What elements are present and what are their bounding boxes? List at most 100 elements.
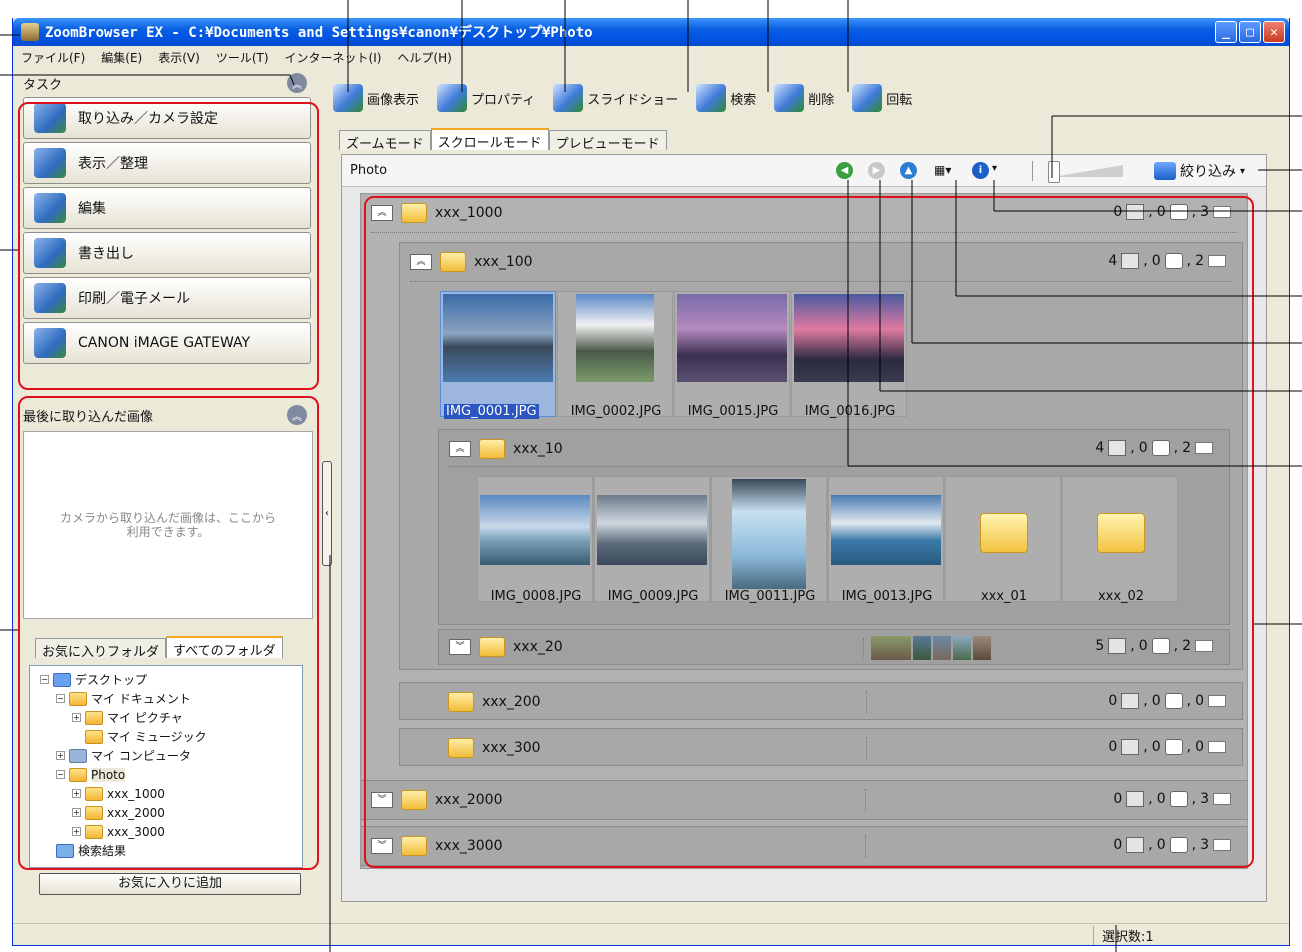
group-header-xxx-10[interactable]: ︽ xxx_10 4,0,2: [439, 430, 1229, 468]
expand-icon[interactable]: ︾: [371, 838, 393, 854]
group-xxx-20: ︾ xxx_20 5,0,2: [438, 629, 1230, 665]
thumbnail-img-0016[interactable]: IMG_0016.JPG: [791, 291, 907, 419]
group-header-xxx-1000[interactable]: ︽ xxx_1000 0,0,3: [361, 194, 1247, 232]
canon-gateway-button[interactable]: CANON iMAGE GATEWAY: [23, 322, 311, 364]
thumbnail-img-0008[interactable]: IMG_0008.JPG: [477, 476, 593, 604]
slideshow-button[interactable]: スライドショー: [553, 84, 678, 112]
print-email-button[interactable]: 印刷／電子メール: [23, 277, 311, 319]
menu-help[interactable]: ヘルプ(H): [397, 49, 451, 66]
folder-icon: [1097, 513, 1145, 553]
add-favorite-button[interactable]: お気に入りに追加: [39, 873, 301, 895]
info-icon[interactable]: i: [972, 162, 989, 179]
zoom-track: [1053, 165, 1123, 177]
thumb-label: xxx_01: [980, 589, 1028, 604]
tree-item-xxx-3000[interactable]: + xxx_3000: [40, 822, 302, 841]
tree-item-my-documents[interactable]: − マイ ドキュメント: [40, 689, 302, 708]
thumbnail-folder-xxx-01[interactable]: xxx_01: [945, 476, 1061, 604]
group-xxx-200[interactable]: xxx_200 0,0,0: [399, 682, 1243, 720]
view-organize-button[interactable]: 表示／整理: [23, 142, 311, 184]
menu-edit[interactable]: 編集(E): [101, 49, 142, 66]
properties-button[interactable]: プロパティ: [437, 84, 535, 112]
forward-icon[interactable]: ▶: [868, 162, 885, 179]
thumbnail-img-0015[interactable]: IMG_0015.JPG: [674, 291, 790, 419]
tool-label: 画像表示: [367, 92, 420, 108]
menu-file[interactable]: ファイル(F): [21, 49, 85, 66]
view-header: Photo ◀ ▶ ▲ ▦▾ i ▾ 絞り込み ▾: [342, 155, 1266, 187]
menu-internet[interactable]: インターネット(I): [285, 49, 382, 66]
tab-favorite-folders[interactable]: お気に入りフォルダ: [35, 638, 167, 660]
search-button[interactable]: 検索: [696, 84, 756, 112]
tree-item-search-results[interactable]: 検索結果: [40, 841, 302, 860]
expand-icon[interactable]: ︾: [449, 639, 471, 655]
music-icon: [1164, 253, 1183, 269]
folder-icon: [1213, 206, 1231, 218]
tree-item-xxx-2000[interactable]: + xxx_2000: [40, 803, 302, 822]
import-camera-button[interactable]: 取り込み／カメラ設定: [23, 97, 311, 139]
thumbnail-img-0011[interactable]: IMG_0011.JPG: [711, 476, 827, 604]
image-icon: [1108, 440, 1127, 456]
folder-count: 3: [1200, 837, 1209, 853]
tree-item-xxx-1000[interactable]: + xxx_1000: [40, 784, 302, 803]
thumbnail-img-0001[interactable]: IMG_0001.JPG: [440, 291, 556, 419]
thumbnail-img-0013[interactable]: IMG_0013.JPG: [828, 476, 944, 604]
tree-item-my-music[interactable]: マイ ミュージック: [40, 727, 302, 746]
up-folder-icon[interactable]: ▲: [900, 162, 917, 179]
folder-icon: [401, 836, 427, 856]
tree-item-my-computer[interactable]: + マイ コンピュータ: [40, 746, 302, 765]
menu-tools[interactable]: ツール(T): [216, 49, 269, 66]
folder-icon: [85, 786, 103, 801]
group-header-xxx-100[interactable]: ︽ xxx_100 4,0,2: [400, 243, 1242, 281]
globe-icon: [34, 328, 66, 358]
minimize-button[interactable]: _: [1215, 21, 1237, 43]
info-dropdown-icon[interactable]: ▾: [992, 163, 997, 174]
camera-icon: [34, 103, 66, 133]
preview-thumb: [973, 636, 991, 660]
folder-icon: [1195, 640, 1213, 652]
tree-item-desktop[interactable]: − デスクトップ: [40, 670, 302, 689]
tab-zoom-mode[interactable]: ズームモード: [339, 130, 431, 152]
music-icon: [1169, 791, 1188, 807]
thumbnail-folder-xxx-02[interactable]: xxx_02: [1062, 476, 1178, 604]
tab-preview-mode[interactable]: プレビューモード: [548, 130, 667, 152]
chevron-down-icon: ▾: [1240, 165, 1246, 177]
folder-count: 0: [1195, 693, 1204, 709]
title-bar[interactable]: ZoomBrowser EX - C:¥Documents and Settin…: [13, 18, 1289, 46]
thumbnail-img-0009[interactable]: IMG_0009.JPG: [594, 476, 710, 604]
menu-bar: ファイル(F) 編集(E) 表示(V) ツール(T) インターネット(I) ヘル…: [13, 46, 1289, 68]
task-collapse-icon[interactable]: ︽: [287, 73, 307, 93]
zoom-slider[interactable]: [1032, 161, 1128, 183]
music-icon: [1151, 638, 1170, 654]
group-xxx-300[interactable]: xxx_300 0,0,0: [399, 728, 1243, 766]
tab-scroll-mode[interactable]: スクロールモード: [430, 128, 549, 151]
collapse-icon[interactable]: ︽: [449, 441, 471, 457]
expand-icon[interactable]: ︾: [371, 792, 393, 808]
app-icon: [21, 23, 39, 41]
delete-button[interactable]: 削除: [774, 84, 834, 112]
tree-label: 検索結果: [78, 844, 127, 858]
menu-view[interactable]: 表示(V): [158, 49, 200, 66]
display-settings-icon[interactable]: ▦▾: [934, 163, 951, 177]
back-icon[interactable]: ◀: [836, 162, 853, 179]
collapse-icon[interactable]: ︽: [371, 205, 393, 221]
export-button[interactable]: 書き出し: [23, 232, 311, 274]
group-xxx-3000[interactable]: ︾ xxx_3000 0,0,3: [361, 826, 1247, 866]
rotate-icon: [852, 84, 883, 112]
group-name: xxx_200: [482, 694, 541, 710]
maximize-button[interactable]: □: [1239, 21, 1261, 43]
group-header-xxx-20[interactable]: ︾ xxx_20 5,0,2: [439, 630, 1229, 664]
view-image-button[interactable]: 画像表示: [333, 84, 419, 112]
filter-button[interactable]: 絞り込み ▾: [1154, 161, 1245, 181]
group-xxx-2000[interactable]: ︾ xxx_2000 0,0,3: [361, 780, 1247, 820]
recent-collapse-icon[interactable]: ︽: [287, 405, 307, 425]
tree-item-my-pictures[interactable]: + マイ ピクチャ: [40, 708, 302, 727]
close-button[interactable]: ✕: [1263, 21, 1285, 43]
zoom-thumb[interactable]: [1048, 161, 1060, 183]
tree-item-photo[interactable]: − Photo: [40, 765, 302, 784]
thumbnail-img-0002[interactable]: IMG_0002.JPG: [557, 291, 673, 419]
tree-label: マイ ミュージック: [107, 730, 207, 744]
tab-all-folders[interactable]: すべてのフォルダ: [166, 636, 283, 659]
edit-button[interactable]: 編集: [23, 187, 311, 229]
folder-tabs: お気に入りフォルダ すべてのフォルダ: [35, 636, 283, 660]
rotate-button[interactable]: 回転: [852, 84, 912, 112]
collapse-icon[interactable]: ︽: [410, 254, 432, 270]
